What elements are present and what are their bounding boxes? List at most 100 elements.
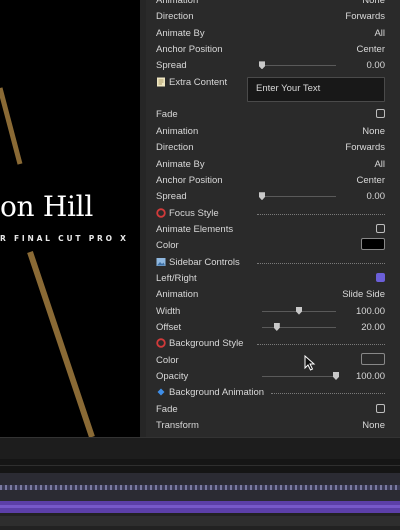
- checkbox-animate-elements[interactable]: [376, 223, 385, 233]
- section-header-label: Background Animation: [169, 387, 265, 399]
- slider-thumb[interactable]: [296, 306, 302, 315]
- inspector-row-animation[interactable]: Animation Slide Side: [146, 286, 400, 302]
- row-value[interactable]: Center: [356, 44, 385, 55]
- inspector-row-anchor-position[interactable]: Anchor Position Center: [146, 172, 400, 188]
- inspector-row-direction[interactable]: Direction Forwards: [146, 8, 400, 24]
- slider-thumb[interactable]: [259, 192, 265, 201]
- row-label: Color: [156, 354, 179, 366]
- extra-content-text-value: Enter Your Text: [256, 83, 321, 94]
- inspector-row-transform[interactable]: Transform None: [146, 417, 400, 433]
- checkbox-fade[interactable]: [376, 403, 385, 413]
- slider-offset[interactable]: [262, 323, 336, 331]
- slider-spread[interactable]: [259, 192, 336, 201]
- row-value[interactable]: None: [362, 126, 385, 137]
- row-label: Direction: [156, 11, 194, 23]
- timeline-ruler[interactable]: [0, 459, 400, 473]
- red-circle-icon: [156, 338, 166, 349]
- slider-value[interactable]: 0.00: [367, 191, 386, 202]
- section-header-sidebar-controls[interactable]: Sidebar Controls: [146, 254, 400, 270]
- slider-thumb[interactable]: [333, 372, 339, 381]
- blue-diamond-icon: [157, 388, 165, 396]
- inspector-row-offset[interactable]: Offset 20.00: [146, 319, 400, 335]
- slider-thumb[interactable]: [273, 323, 280, 331]
- section-divider: [271, 393, 385, 395]
- section-header-label: Sidebar Controls: [169, 256, 240, 268]
- row-value[interactable]: All: [374, 159, 385, 170]
- row-label: Spread: [156, 60, 187, 72]
- section-header-label: Extra Content: [169, 76, 228, 88]
- slider-value[interactable]: 20.00: [361, 322, 385, 333]
- inspector-row-width[interactable]: Width 100.00: [146, 303, 400, 319]
- section-header-label: Background Style: [169, 338, 244, 350]
- slider-value[interactable]: 100.00: [356, 371, 385, 382]
- slider-track: [262, 376, 336, 378]
- section-header-background-animation[interactable]: Background Animation: [146, 384, 400, 400]
- slider-track: [262, 327, 336, 328]
- section-header-focus-style[interactable]: Focus Style: [146, 205, 400, 221]
- row-label: Spread: [156, 191, 187, 203]
- checkbox-fade[interactable]: [376, 109, 385, 119]
- slider-value[interactable]: 0.00: [367, 60, 386, 71]
- section-header-background-style[interactable]: Background Style: [146, 335, 400, 351]
- video-title-text: on Hill: [0, 190, 93, 223]
- slider-spread[interactable]: [259, 61, 336, 70]
- color-swatch[interactable]: [361, 238, 385, 251]
- inspector-row-animate-by[interactable]: Animate By All: [146, 156, 400, 172]
- section-divider: [257, 262, 385, 264]
- inspector-row-animation[interactable]: Animation None: [146, 123, 400, 139]
- inspector-row-spread[interactable]: Spread 0.00: [146, 57, 400, 73]
- inspector-row-animate-elements[interactable]: Animate Elements: [146, 221, 400, 237]
- inspector-row-opacity[interactable]: Opacity 100.00: [146, 368, 400, 384]
- checkbox-left-right[interactable]: [376, 272, 385, 282]
- color-swatch[interactable]: [361, 352, 385, 365]
- timeline-scrollbar[interactable]: [0, 513, 400, 530]
- inspector-row-anchor-position[interactable]: Anchor Position Center: [146, 41, 400, 57]
- row-label: Left/Right: [156, 272, 197, 284]
- row-label: Width: [156, 305, 181, 317]
- row-value[interactable]: None: [362, 0, 385, 6]
- row-label: Color: [156, 240, 179, 252]
- row-label: Animate By: [156, 158, 205, 170]
- clip-bar: [0, 505, 400, 508]
- slider-thumb[interactable]: [259, 61, 265, 70]
- row-value[interactable]: All: [374, 28, 385, 39]
- inspector-row-color[interactable]: Color: [146, 352, 400, 368]
- extra-content-text-field[interactable]: Enter Your Text: [247, 77, 385, 102]
- row-label: Fade: [156, 109, 178, 121]
- section-divider: [257, 213, 385, 215]
- row-value[interactable]: None: [362, 420, 385, 431]
- inspector-row-fade[interactable]: Fade: [146, 401, 400, 417]
- row-value[interactable]: Forwards: [345, 11, 385, 22]
- inspector-row-direction[interactable]: Direction Forwards: [146, 139, 400, 155]
- row-label: Direction: [156, 142, 194, 154]
- slider-value[interactable]: 100.00: [356, 306, 385, 317]
- row-label: Anchor Position: [156, 44, 223, 56]
- row-label: Transform: [156, 420, 199, 432]
- row-value[interactable]: Slide Side: [342, 289, 385, 300]
- audio-waveform: [0, 485, 400, 490]
- inspector-row-animation[interactable]: Animation None: [146, 0, 400, 8]
- row-label: Anchor Position: [156, 174, 223, 186]
- row-label: Animation: [156, 289, 199, 301]
- slider-width[interactable]: [262, 306, 336, 315]
- timeline-title-clip[interactable]: [0, 501, 400, 513]
- inspector-row-fade[interactable]: Fade: [146, 106, 400, 122]
- row-label: Animation: [156, 0, 199, 6]
- inspector-row-left-right[interactable]: Left/Right: [146, 270, 400, 286]
- timeline-toolbar: [0, 437, 400, 459]
- inspector-row-animate-by[interactable]: Animate By All: [146, 25, 400, 41]
- inspector-row-color[interactable]: Color: [146, 237, 400, 253]
- inspector-row-spread[interactable]: Spread 0.00: [146, 188, 400, 204]
- slider-opacity[interactable]: [262, 372, 339, 381]
- note-icon: [157, 77, 165, 87]
- video-subtitle-text: R FINAL CUT PRO X: [0, 234, 129, 243]
- row-value[interactable]: Center: [356, 175, 385, 186]
- row-label: Offset: [156, 322, 182, 333]
- row-value[interactable]: Forwards: [345, 142, 385, 153]
- section-divider: [257, 344, 385, 346]
- timeline-audio-track[interactable]: [0, 473, 400, 501]
- row-label: Opacity: [156, 371, 189, 383]
- image-icon: [156, 257, 166, 266]
- row-label: Animate Elements: [156, 223, 234, 235]
- section-header-label: Focus Style: [169, 207, 219, 219]
